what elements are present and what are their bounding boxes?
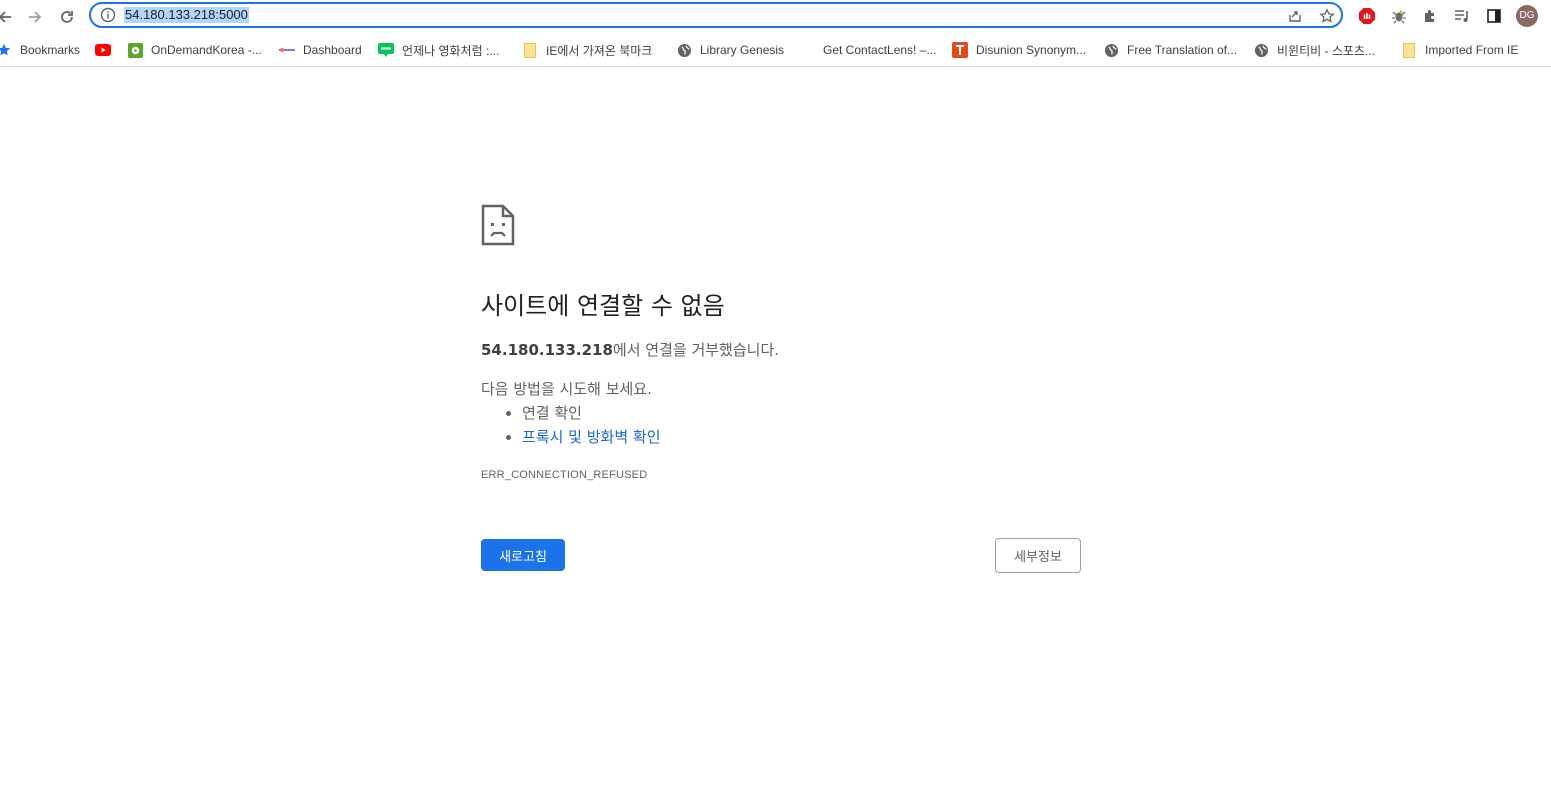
puzzle-icon: [1425, 10, 1434, 22]
blog-icon: [378, 42, 394, 58]
folder-icon: [522, 42, 538, 58]
bookmark-label: Imported From IE: [1425, 43, 1519, 57]
folder-icon: [1401, 42, 1417, 58]
globe-icon: [676, 42, 692, 58]
bookmark-label: Free Translation of...: [1127, 43, 1238, 57]
url-text[interactable]: 54.180.133.218:5000: [124, 7, 249, 23]
address-bar[interactable]: 54.180.133.218:5000: [89, 2, 1343, 28]
youtube-icon: [95, 42, 111, 58]
reading-list-button[interactable]: [1452, 6, 1472, 26]
adblock-icon: [1359, 8, 1375, 24]
try-heading: 다음 방법을 시도해 보세요.: [481, 380, 652, 398]
bookmark-item-youtube[interactable]: [95, 39, 119, 61]
error-title: 사이트에 연결할 수 없음: [481, 292, 725, 320]
bug-extension-button[interactable]: [1389, 6, 1409, 26]
browser-toolbar: 54.180.133.218:5000 DG: [0, 0, 1551, 34]
bookmark-item-dashboard[interactable]: Dashboard: [279, 39, 362, 61]
back-button[interactable]: [0, 5, 17, 29]
bookmark-item-library-genesis[interactable]: Library Genesis: [676, 39, 784, 61]
bookmark-item-free-translation[interactable]: Free Translation of...: [1103, 39, 1237, 61]
bookmark-label: Library Genesis: [700, 43, 785, 57]
forward-button[interactable]: [23, 5, 47, 29]
bookmark-label: Disunion Synonym...: [976, 43, 1087, 57]
bookmark-label: 비윈티비 - 스포츠...: [1277, 43, 1375, 58]
dashboard-icon: [279, 42, 295, 58]
error-description: 54.180.133.218에서 연결을 거부했습니다.: [481, 340, 779, 360]
bookmark-item-disunion[interactable]: Disunion Synonym...: [952, 39, 1086, 61]
bookmark-item-blog[interactable]: 언제나 영화처럼 :...: [378, 39, 499, 61]
globe-icon: [1103, 42, 1119, 58]
suggestion-item: 프록시 및 방화벽 확인: [522, 425, 661, 449]
bookmark-folder-ie[interactable]: IE에서 가져온 북마크: [522, 39, 652, 61]
bookmark-item-contactlens[interactable]: Get ContactLens! –...: [799, 39, 936, 61]
suggestion-proxy-firewall-link[interactable]: 프록시 및 방화벽 확인: [522, 428, 661, 446]
suggestion-check-connection: 연결 확인: [522, 404, 582, 422]
reload-button[interactable]: 새로고침: [481, 539, 565, 571]
blank-icon: [799, 42, 815, 58]
side-panel-icon: [1487, 9, 1501, 23]
site-info-icon[interactable]: [100, 7, 116, 23]
bookmark-label: OnDemandKorea -...: [151, 43, 262, 57]
side-panel-button[interactable]: [1484, 6, 1504, 26]
forward-arrow-icon: [29, 11, 42, 23]
bookmark-label: Bookmarks: [20, 43, 81, 57]
profile-avatar[interactable]: DG: [1516, 5, 1538, 27]
disunion-icon: [952, 42, 968, 58]
details-button[interactable]: 세부정보: [995, 538, 1081, 573]
star-icon: [0, 42, 12, 58]
bookmark-item-biwintv[interactable]: 비윈티비 - 스포츠...: [1253, 39, 1375, 61]
media-list-icon: [1455, 10, 1468, 22]
extensions-button[interactable]: [1420, 6, 1440, 26]
suggestion-list: 연결 확인 프록시 및 방화벽 확인: [481, 401, 661, 449]
bookmark-label: Dashboard: [303, 43, 362, 57]
bookmark-item-bookmarks[interactable]: Bookmarks: [0, 39, 80, 61]
share-icon[interactable]: [1287, 8, 1303, 24]
bookmarks-bar: Bookmarks OnDemandKorea -... Dashboard 언…: [0, 35, 1551, 67]
adblock-extension-button[interactable]: [1357, 6, 1377, 26]
bookmark-item-ondemandkorea[interactable]: OnDemandKorea -...: [127, 39, 262, 61]
sad-page-icon: [481, 204, 515, 246]
bookmark-label: 언제나 영화처럼 :...: [402, 43, 500, 58]
globe-icon: [1253, 42, 1269, 58]
bookmark-label: IE에서 가져온 북마크: [546, 43, 653, 58]
bookmark-folder-imported[interactable]: Imported From IE: [1401, 39, 1518, 61]
back-arrow-icon: [0, 11, 11, 23]
ondemandkorea-icon: [127, 42, 143, 58]
bookmark-label: Get ContactLens! –...: [823, 43, 937, 57]
suggestion-item: 연결 확인: [522, 401, 661, 425]
bookmark-star-icon[interactable]: [1319, 8, 1335, 24]
reload-icon: [61, 11, 73, 23]
error-host: 54.180.133.218: [481, 341, 613, 359]
reload-toolbar-button[interactable]: [55, 5, 79, 29]
error-code: ERR_CONNECTION_REFUSED: [481, 469, 648, 481]
bug-icon: [1392, 10, 1406, 24]
error-host-suffix: 에서 연결을 거부했습니다.: [612, 341, 780, 359]
